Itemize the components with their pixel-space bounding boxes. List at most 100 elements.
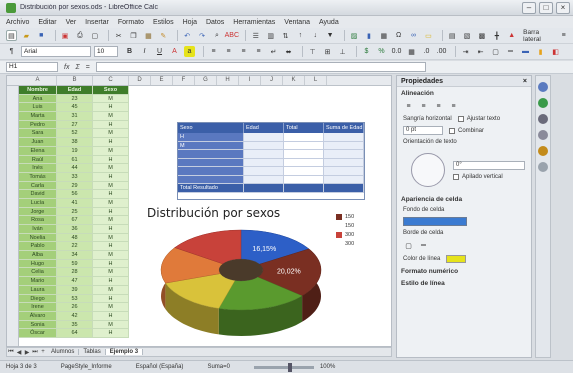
table-cell[interactable]: H [93, 225, 129, 234]
pivot-cell[interactable] [324, 167, 364, 176]
text-orientation-dial[interactable] [411, 153, 445, 187]
add-decimal-icon[interactable]: .0 [421, 46, 432, 57]
italic-icon[interactable]: I [139, 46, 150, 57]
special-character-icon[interactable]: Ω [393, 30, 404, 41]
align-left-icon[interactable]: ≡ [208, 46, 219, 57]
font-color-icon[interactable]: A [169, 46, 180, 57]
underline-icon[interactable]: U [154, 46, 165, 57]
column-header[interactable]: C [93, 76, 129, 85]
add-sheet-icon[interactable]: + [39, 349, 47, 355]
borders-icon[interactable]: ▢ [403, 240, 414, 251]
table-cell[interactable]: H [93, 259, 129, 269]
styles-icon[interactable]: ¶ [6, 46, 17, 57]
pivot-total-cell[interactable]: Total Resultado [178, 184, 244, 193]
alignment-section-title[interactable]: Alineación [397, 87, 531, 99]
table-cell[interactable]: Ana [19, 94, 57, 104]
zoom-slider[interactable] [253, 362, 314, 372]
pivot-header-cell[interactable]: Sexo [178, 123, 244, 133]
table-cell[interactable]: 59 [57, 259, 93, 269]
sidebar-settings-icon[interactable] [538, 162, 548, 172]
pivot-cell[interactable]: H [178, 133, 244, 142]
selection-sum-status[interactable]: Suma=0 [207, 364, 230, 370]
table-cell[interactable]: M [93, 216, 129, 225]
table-cell[interactable]: 39 [57, 285, 93, 295]
insert-image-icon[interactable]: ▨ [349, 30, 360, 41]
table-cell[interactable]: Inés [19, 164, 57, 173]
styles-tab-icon[interactable] [538, 98, 548, 108]
table-cell[interactable]: Pedro [19, 120, 57, 130]
table-cell[interactable]: Pablo [19, 242, 57, 252]
pivot-cell[interactable] [178, 167, 244, 176]
menu-view[interactable]: Ver [66, 19, 77, 26]
navigator-tab-icon[interactable] [538, 130, 548, 140]
table-cell[interactable]: 22 [57, 242, 93, 252]
table-cell[interactable]: 33 [57, 172, 93, 182]
menu-help[interactable]: Ayuda [319, 19, 339, 26]
pivot-cell[interactable] [244, 175, 284, 184]
pivot-header-cell[interactable]: Suma de Edad [324, 123, 364, 133]
column-header[interactable]: A [19, 76, 57, 85]
wrap-text-checkbox[interactable] [457, 116, 464, 122]
conditional-format-icon[interactable]: ◧ [550, 46, 561, 57]
table-cell[interactable]: Elena [19, 146, 57, 156]
header-cell[interactable]: Nombre [19, 86, 57, 95]
table-cell[interactable]: H [93, 207, 129, 217]
pivot-table[interactable]: Sexo Edad Total Suma de Edad H M Total Res… [177, 122, 365, 200]
pivot-cell[interactable] [284, 167, 324, 176]
gallery-tab-icon[interactable] [538, 114, 548, 124]
table-cell[interactable]: 44 [57, 164, 93, 173]
table-cell[interactable]: 28 [57, 268, 93, 278]
pivot-cell[interactable] [244, 141, 284, 150]
align-center-icon[interactable]: ≡ [418, 101, 429, 112]
table-cell[interactable]: 42 [57, 311, 93, 321]
pivot-cell[interactable] [284, 158, 324, 167]
menu-file[interactable]: Archivo [6, 19, 29, 26]
pivot-cell[interactable] [244, 133, 284, 142]
table-cell[interactable]: M [93, 198, 129, 208]
cell-background-dropdown[interactable] [403, 217, 467, 226]
percent-format-icon[interactable]: % [376, 46, 387, 57]
table-cell[interactable]: Álvaro [19, 311, 57, 321]
open-folder-icon[interactable]: ▰ [21, 30, 32, 41]
pivot-header-cell[interactable]: Total [284, 123, 324, 133]
wrap-text-icon[interactable]: ↵ [268, 46, 279, 57]
insert-chart-icon[interactable]: ▮ [363, 30, 374, 41]
pivot-cell[interactable] [244, 158, 284, 167]
table-cell[interactable]: Laura [19, 285, 57, 295]
pivot-cell[interactable] [284, 133, 324, 142]
table-cell[interactable]: 45 [57, 103, 93, 113]
decrease-indent-icon[interactable]: ⇤ [475, 46, 486, 57]
column-header[interactable]: H [217, 76, 239, 85]
table-cell[interactable]: 26 [57, 303, 93, 312]
font-name-field[interactable]: Arial [21, 46, 91, 57]
date-format-icon[interactable]: ▦ [406, 46, 417, 57]
merge-cells-checkbox[interactable] [449, 127, 455, 134]
pivot-cell[interactable] [284, 141, 324, 150]
first-sheet-icon[interactable]: ⏮ [7, 349, 15, 356]
table-cell[interactable]: Noelia [19, 233, 57, 243]
table-cell[interactable]: 27 [57, 120, 93, 130]
print-icon[interactable]: ⎙ [75, 30, 86, 41]
table-cell[interactable]: H [93, 120, 129, 130]
formula-icon[interactable]: = [86, 64, 90, 71]
page-style-status[interactable]: PageStyle_Informe [61, 364, 112, 370]
sheet-tab-tablas[interactable]: Tablas [79, 349, 106, 355]
functions-tab-icon[interactable] [538, 146, 548, 156]
column-header[interactable]: J [261, 76, 283, 85]
table-cell[interactable]: Jorge [19, 207, 57, 217]
copy-icon[interactable]: ❐ [128, 30, 139, 41]
language-status[interactable]: Español (España) [136, 364, 184, 370]
column-header[interactable]: D [129, 76, 151, 85]
table-cell[interactable]: 56 [57, 190, 93, 199]
menu-edit[interactable]: Editar [38, 19, 56, 26]
maximize-button[interactable]: □ [539, 1, 553, 14]
header-cell[interactable]: Sexo [93, 86, 129, 95]
table-cell[interactable]: Juan [19, 138, 57, 147]
table-cell[interactable]: H [93, 155, 129, 165]
column-header[interactable]: K [283, 76, 305, 85]
table-cell[interactable]: H [93, 242, 129, 252]
print-preview-icon[interactable]: ▢ [89, 30, 100, 41]
zoom-level[interactable]: 100% [320, 364, 335, 370]
number-format-icon[interactable]: 0.0 [391, 46, 402, 57]
find-replace-icon[interactable]: ⌕ [211, 30, 222, 41]
